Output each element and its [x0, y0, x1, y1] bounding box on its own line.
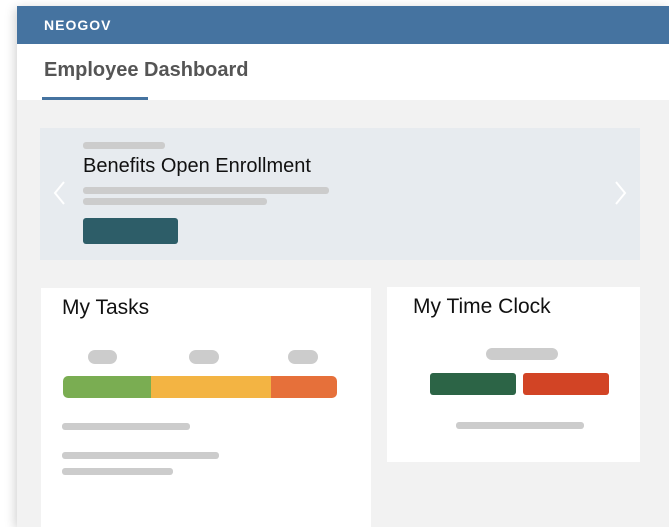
- progress-segment-green: [63, 376, 151, 398]
- task-stage-label-placeholder: [189, 350, 219, 364]
- my-time-clock-card: My Time Clock: [387, 287, 640, 462]
- progress-segment-orange: [271, 376, 337, 398]
- banner-title: Benefits Open Enrollment: [83, 155, 311, 177]
- banner-text-placeholder: [83, 187, 329, 194]
- page-title: Employee Dashboard: [44, 59, 249, 81]
- clock-in-button[interactable]: [430, 373, 516, 395]
- active-tab-indicator: [42, 97, 148, 100]
- task-stage-label-placeholder: [88, 350, 117, 364]
- banner-action-button[interactable]: [83, 218, 178, 244]
- banner-eyebrow-placeholder: [83, 142, 165, 149]
- app-window: NEOGOV Employee Dashboard Benefits Open …: [17, 6, 669, 527]
- task-text-placeholder: [62, 423, 190, 430]
- top-bar: NEOGOV: [17, 6, 669, 44]
- task-stage-label-placeholder: [288, 350, 318, 364]
- clock-out-button[interactable]: [523, 373, 609, 395]
- chevron-right-icon[interactable]: [610, 178, 630, 208]
- my-tasks-card: My Tasks: [41, 288, 371, 527]
- task-text-placeholder: [62, 452, 219, 459]
- task-progress-bar: [63, 376, 337, 398]
- my-tasks-title: My Tasks: [62, 296, 150, 319]
- my-time-clock-title: My Time Clock: [413, 295, 551, 318]
- brand-logo[interactable]: NEOGOV: [44, 17, 111, 33]
- chevron-left-icon[interactable]: [50, 178, 70, 208]
- time-clock-status-placeholder: [486, 348, 558, 360]
- progress-segment-yellow: [150, 376, 272, 398]
- banner-text-placeholder: [83, 198, 267, 205]
- task-text-placeholder: [62, 468, 173, 475]
- announcement-carousel: Benefits Open Enrollment: [40, 128, 640, 260]
- page-header: Employee Dashboard: [17, 44, 669, 100]
- time-clock-text-placeholder: [456, 422, 584, 429]
